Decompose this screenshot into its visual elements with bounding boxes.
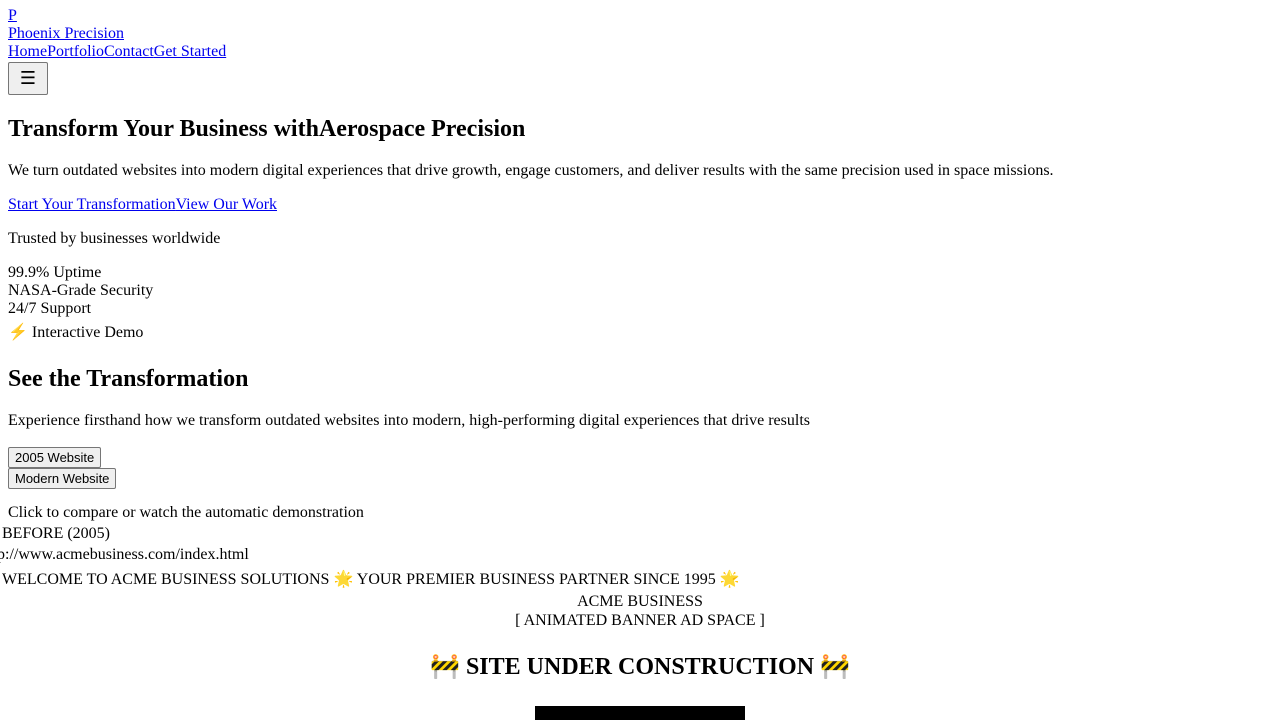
- view-our-work-link[interactable]: View Our Work: [176, 196, 277, 213]
- brand-name-link[interactable]: Phoenix Precision: [8, 25, 124, 43]
- hero-title-highlight: Aerospace Precision: [318, 116, 526, 142]
- stat-support: 24/7 Support: [8, 300, 92, 317]
- legacy-marquee: WELCOME TO ACME BUSINESS SOLUTIONS 🌟 YOU…: [2, 571, 740, 588]
- nav-home-link[interactable]: Home: [8, 43, 47, 60]
- logo-mark[interactable]: P: [8, 7, 17, 25]
- trust-text: Trusted by businesses worldwide: [8, 230, 221, 247]
- toggle-modern-website-button[interactable]: Modern Website: [8, 468, 117, 489]
- legacy-address-bar: p://www.acmebusiness.com/index.html: [0, 546, 249, 563]
- hamburger-menu-icon: ☰: [19, 68, 37, 89]
- main-nav: HomePortfolioContactGet Started: [8, 43, 226, 61]
- nav-get-started-link[interactable]: Get Started: [154, 43, 226, 60]
- nav-contact-link[interactable]: Contact: [104, 43, 154, 60]
- hero-title-part1: Transform Your Business with: [8, 116, 319, 142]
- hero-title: Transform Your Business withAerospace Pr…: [8, 115, 525, 143]
- legacy-under-construction: 🚧 SITE UNDER CONSTRUCTION 🚧: [430, 654, 850, 680]
- start-transformation-link[interactable]: Start Your Transformation: [8, 196, 176, 213]
- lightning-icon: ⚡: [8, 324, 28, 341]
- stat-uptime: 99.9% Uptime: [8, 264, 102, 281]
- legacy-company-name: ACME BUSINESS: [577, 593, 703, 610]
- interactive-demo-label: Interactive Demo: [31, 324, 144, 341]
- demo-hint: Click to compare or watch the automatic …: [8, 504, 364, 521]
- nav-portfolio-link[interactable]: Portfolio: [47, 43, 104, 60]
- demo-title: See the Transformation: [8, 366, 249, 392]
- legacy-banner-ad: [ ANIMATED BANNER AD SPACE ]: [515, 612, 765, 629]
- interactive-demo-badge: ⚡ Interactive Demo: [8, 322, 143, 344]
- legacy-black-block: [535, 706, 745, 720]
- demo-description: Experience firsthand how we transform ou…: [8, 412, 810, 429]
- stat-security: NASA-Grade Security: [8, 282, 154, 299]
- hero-cta-group: Start Your TransformationView Our Work: [8, 196, 277, 214]
- toggle-2005-website-button[interactable]: 2005 Website: [8, 447, 102, 468]
- before-label: BEFORE (2005): [2, 525, 110, 542]
- hero-subtitle: We turn outdated websites into modern di…: [8, 162, 1054, 179]
- mobile-menu-button[interactable]: ☰: [8, 62, 48, 95]
